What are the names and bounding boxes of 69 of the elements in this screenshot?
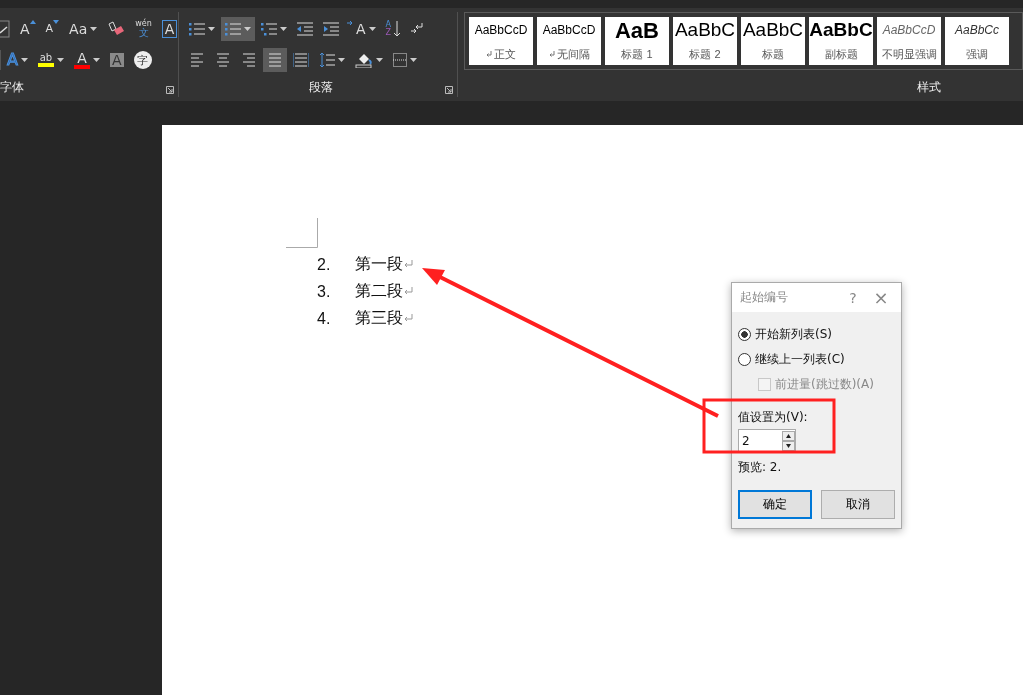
down-arrow-icon [394, 20, 401, 37]
align-lines-icon [215, 53, 231, 68]
paragraph-mark-icon [404, 314, 413, 323]
bullet-list-icon [189, 21, 205, 36]
phonetic-guide-button[interactable]: wén 文 [131, 16, 156, 41]
paragraph-text: 第三段 [355, 308, 403, 329]
justify-button[interactable] [263, 48, 287, 73]
radio-label: 开始新列表(S) [755, 326, 832, 343]
increase-indent-icon [323, 21, 339, 36]
slash-icon [0, 19, 10, 38]
numbered-list-icon [225, 21, 241, 36]
up-triangle-icon [29, 19, 36, 24]
list-number: 4. [317, 309, 332, 328]
checkbox-label: 前进量(跳过数)(A) [775, 376, 874, 393]
preview-text: 预览: 2. [738, 459, 782, 476]
character-shading-button[interactable]: A [105, 48, 128, 73]
align-lines-icon [267, 53, 283, 68]
highlight-button[interactable]: ab [33, 48, 68, 73]
style-tile[interactable]: AaBbC 副标题 [809, 17, 873, 65]
align-lines-icon [189, 53, 205, 68]
style-tile[interactable]: AaBbCcD 正文 [469, 17, 533, 65]
cancel-button[interactable]: 取消 [821, 490, 895, 519]
style-tile[interactable]: AaBbC 标题 2 [673, 17, 737, 65]
margin-corner-icon [286, 218, 318, 248]
style-tile[interactable]: AaBbC 标题 [741, 17, 805, 65]
decrease-indent-icon [297, 21, 313, 36]
paragraph-mark-icon [404, 287, 413, 296]
group-label: 样式 [917, 78, 941, 96]
close-button[interactable]: × [867, 286, 895, 309]
style-tile[interactable]: AaBbCcD 不明显强调 [877, 17, 941, 65]
radio-label: 继续上一列表(C) [755, 351, 845, 368]
radio-button[interactable] [738, 328, 751, 341]
ok-button[interactable]: 确定 [738, 490, 812, 519]
number-spinner[interactable]: 2 [738, 429, 796, 453]
field-label: 值设置为(V): [738, 409, 808, 426]
font-color-button[interactable]: A [69, 48, 104, 73]
numbering-button[interactable] [221, 16, 255, 41]
font-color-swatch-icon [73, 65, 90, 70]
group-label: 字体 [0, 78, 24, 96]
paragraph-text: 第二段 [355, 281, 403, 302]
dialog-launcher-icon[interactable] [166, 86, 174, 94]
dialog-title: 起始编号 [740, 289, 789, 306]
list-number: 2. [317, 255, 332, 274]
radio-button[interactable] [738, 353, 751, 366]
paragraph-mark-icon [404, 260, 413, 269]
arrow-icon [346, 19, 353, 26]
align-lines-icon [241, 53, 257, 68]
eraser-icon [107, 20, 126, 37]
asian-layout-button[interactable]: A [345, 16, 380, 41]
align-lines-icon [293, 53, 309, 68]
change-case-button[interactable]: Aa [65, 16, 102, 41]
group-label: 段落 [309, 78, 333, 96]
highlight-swatch-icon [37, 63, 54, 68]
return-arrow-icon [410, 21, 425, 36]
sort-button[interactable]: A Z [381, 16, 405, 41]
grow-font-button[interactable]: A [16, 16, 40, 41]
style-tile[interactable]: AaBbCcD 无间隔 [537, 17, 601, 65]
paragraph-text: 第一段 [355, 254, 403, 275]
borders-icon [393, 53, 407, 68]
style-tile[interactable]: AaB 标题 1 [605, 17, 669, 65]
shrink-font-button[interactable]: A [41, 16, 64, 41]
list-number: 3. [317, 282, 332, 301]
style-tile[interactable]: AaBbCc 强调 [945, 17, 1009, 65]
line-spacing-icon [319, 52, 335, 69]
dialog-launcher-icon[interactable] [445, 86, 453, 94]
paint-bucket-icon [355, 52, 373, 69]
help-button[interactable]: ? [839, 288, 867, 307]
numbered-list-icon [261, 21, 277, 36]
down-triangle-icon [53, 19, 60, 24]
